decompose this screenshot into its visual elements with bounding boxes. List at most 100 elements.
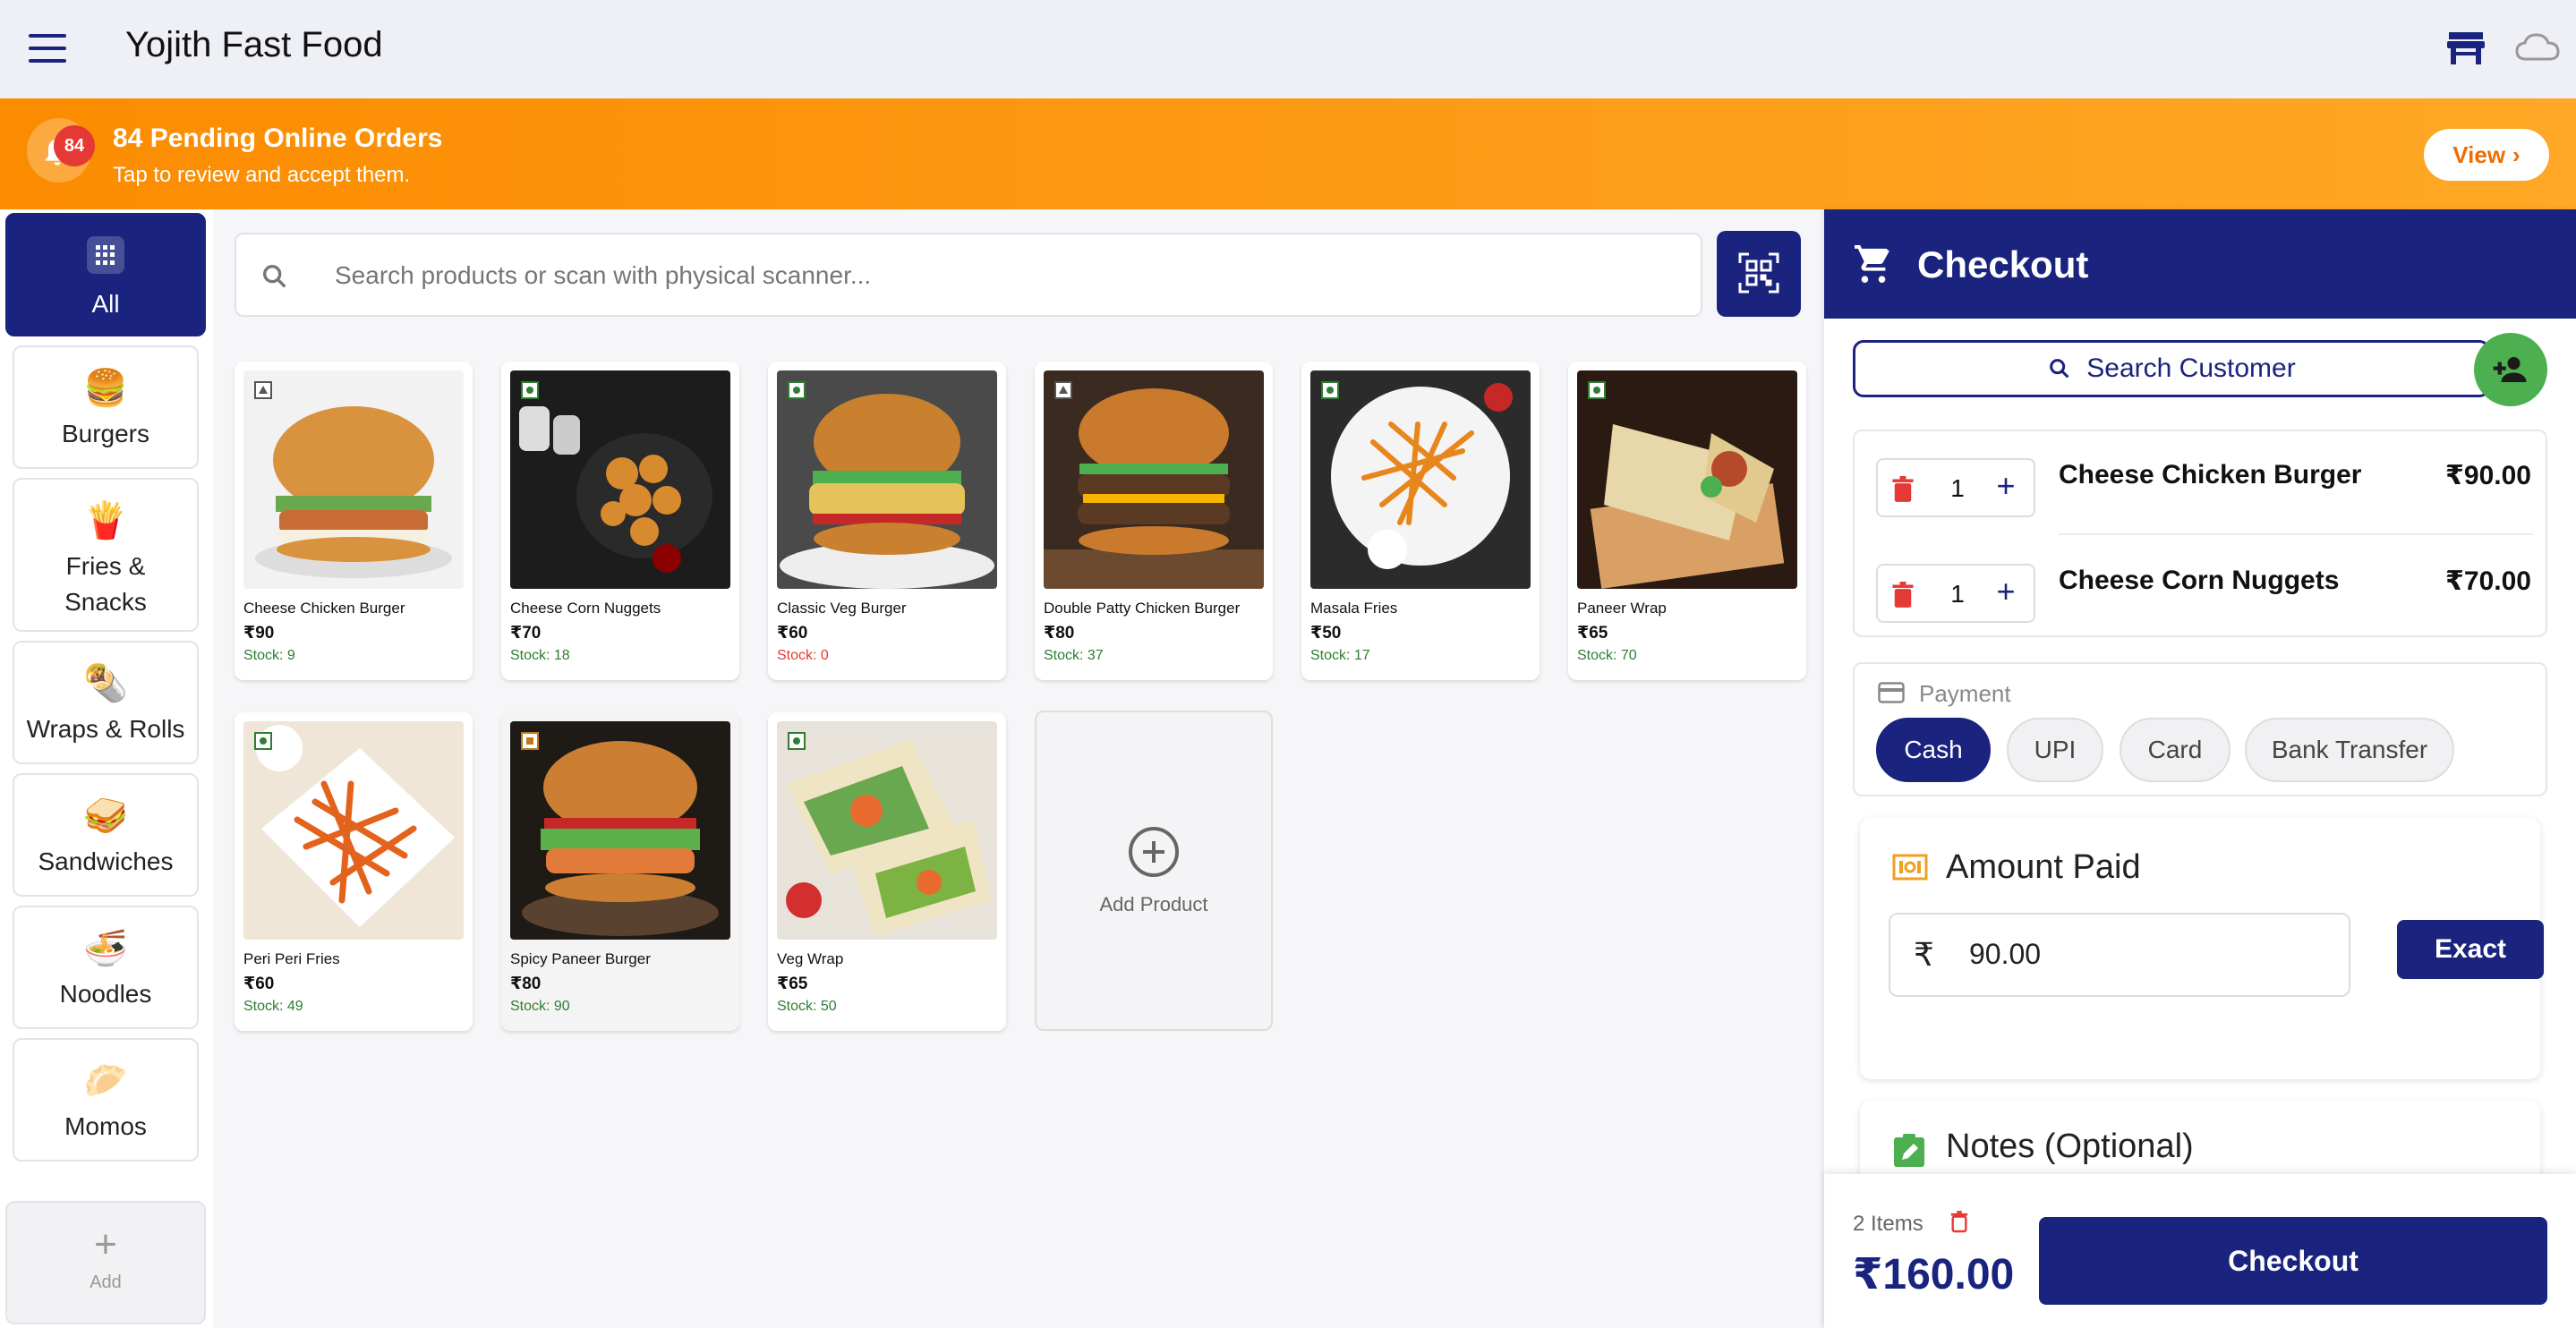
- product-card[interactable]: Spicy Paneer Burger ₹80 Stock: 90: [501, 712, 739, 1031]
- rupee-icon: ₹: [1914, 936, 1934, 973]
- add-product-label: Add Product: [1099, 893, 1208, 915]
- search-customer-button[interactable]: Search Customer: [1853, 340, 2490, 397]
- cash-icon: [1892, 854, 1928, 881]
- product-card[interactable]: Cheese Corn Nuggets ₹70 Stock: 18: [501, 362, 739, 680]
- amount-paid-section: Amount Paid ₹ 90.00 Exact: [1860, 818, 2544, 1079]
- product-name: Cheese Corn Nuggets: [510, 600, 661, 617]
- checkout-button[interactable]: Checkout: [2039, 1217, 2547, 1305]
- divider: [2059, 533, 2533, 535]
- product-name: Spicy Paneer Burger: [510, 950, 651, 967]
- diet-veg-icon: [1588, 381, 1606, 399]
- category-sandwiches[interactable]: 🥪 Sandwiches: [13, 773, 199, 897]
- top-bar: Yojith Fast Food: [0, 0, 2576, 98]
- cart-item: 1 + Cheese Chicken Burger ₹90.00: [1855, 438, 2549, 528]
- checkout-title: Checkout: [1917, 243, 2089, 285]
- product-card[interactable]: Cheese Chicken Burger ₹90 Stock: 9: [235, 362, 473, 680]
- app-title: Yojith Fast Food: [125, 25, 383, 64]
- category-fries-snacks[interactable]: 🍟 Fries & Snacks: [13, 478, 199, 632]
- credit-card-icon: [1878, 682, 1905, 703]
- payment-cash[interactable]: Cash: [1876, 718, 1991, 782]
- product-image: [510, 721, 730, 940]
- category-label: Burgers: [61, 420, 150, 447]
- add-person-icon: [2493, 357, 2527, 382]
- quantity-value: 1: [1950, 474, 1965, 502]
- product-card[interactable]: Veg Wrap ₹65 Stock: 50: [768, 712, 1006, 1031]
- product-name: Cheese Chicken Burger: [243, 600, 405, 617]
- product-stock: Stock: 49: [243, 999, 303, 1014]
- increase-quantity-button[interactable]: +: [1985, 467, 2026, 505]
- product-name: Veg Wrap: [777, 950, 844, 967]
- noodles-icon: 🍜: [83, 929, 128, 968]
- amount-paid-field[interactable]: ₹ 90.00: [1889, 913, 2350, 997]
- product-name: Classic Veg Burger: [777, 600, 907, 617]
- plus-icon: +: [94, 1222, 117, 1266]
- items-count: 2 Items: [1853, 1212, 1923, 1236]
- exact-amount-button[interactable]: Exact: [2397, 920, 2544, 979]
- product-search[interactable]: [235, 233, 1702, 317]
- qr-scan-button[interactable]: [1717, 231, 1801, 317]
- category-all[interactable]: All: [5, 213, 206, 336]
- add-product-button[interactable]: Add Product: [1035, 711, 1273, 1031]
- notes-label: Notes (Optional): [1946, 1128, 2194, 1165]
- diet-nonveg-icon: [254, 381, 272, 399]
- search-input[interactable]: [335, 254, 1677, 297]
- product-stock: Stock: 50: [777, 999, 837, 1014]
- category-label: Momos: [64, 1112, 147, 1140]
- product-price: ₹65: [1577, 624, 1608, 643]
- product-stock: Stock: 37: [1044, 648, 1104, 663]
- cloud-icon[interactable]: [2515, 32, 2560, 63]
- category-burgers[interactable]: 🍔 Burgers: [13, 345, 199, 469]
- product-image: [243, 370, 464, 589]
- product-price: ₹65: [777, 975, 808, 993]
- payment-card[interactable]: Card: [2120, 718, 2231, 782]
- category-label: Fries & Snacks: [64, 552, 147, 616]
- payment-section: Payment Cash UPI Card Bank Transfer: [1853, 662, 2547, 796]
- product-image: [1577, 370, 1797, 589]
- pending-count-badge: 84: [54, 125, 95, 166]
- cart-item-price: ₹70.00: [2445, 566, 2531, 596]
- category-label: Wraps & Rolls: [26, 715, 185, 743]
- chevron-right-icon: ›: [2512, 140, 2521, 168]
- product-name: Masala Fries: [1310, 600, 1398, 617]
- store-icon[interactable]: [2447, 30, 2485, 64]
- product-card[interactable]: Masala Fries ₹50 Stock: 17: [1301, 362, 1540, 680]
- product-stock: Stock: 70: [1577, 648, 1637, 663]
- clear-cart-icon[interactable]: [1949, 1210, 1969, 1233]
- add-customer-button[interactable]: [2474, 333, 2547, 406]
- product-card[interactable]: Double Patty Chicken Burger ₹80 Stock: 3…: [1035, 362, 1273, 680]
- category-noodles[interactable]: 🍜 Noodles: [13, 906, 199, 1029]
- pending-orders-banner[interactable]: 84 84 Pending Online Orders Tap to revie…: [0, 98, 2576, 209]
- product-image: [777, 370, 997, 589]
- product-image: [243, 721, 464, 940]
- product-price: ₹60: [777, 624, 808, 643]
- payment-label: Payment: [1919, 680, 2011, 707]
- category-wraps-rolls[interactable]: 🌯 Wraps & Rolls: [13, 641, 199, 764]
- product-card[interactable]: Paneer Wrap ₹65 Stock: 70: [1568, 362, 1806, 680]
- menu-icon[interactable]: [29, 34, 66, 63]
- view-label: View: [2452, 140, 2506, 168]
- clipboard-edit-icon: [1894, 1134, 1924, 1167]
- category-label: Noodles: [59, 980, 152, 1008]
- product-name: Paneer Wrap: [1577, 600, 1667, 617]
- payment-bank-transfer[interactable]: Bank Transfer: [2245, 718, 2454, 782]
- product-card[interactable]: Classic Veg Burger ₹60 Stock: 0: [768, 362, 1006, 680]
- category-momos[interactable]: 🥟 Momos: [13, 1038, 199, 1162]
- add-category-button[interactable]: + Add: [5, 1201, 206, 1324]
- sandwich-icon: 🥪: [83, 796, 128, 836]
- momos-icon: 🥟: [83, 1061, 128, 1101]
- cart-item-name: Cheese Chicken Burger: [2059, 460, 2362, 489]
- increase-quantity-button[interactable]: +: [1985, 573, 2026, 610]
- quantity-stepper: 1 +: [1876, 458, 2035, 517]
- view-orders-button[interactable]: View ›: [2424, 129, 2549, 181]
- cart-list: 1 + Cheese Chicken Burger ₹90.00 1 + Che…: [1853, 430, 2547, 637]
- product-stock: Stock: 18: [510, 648, 570, 663]
- product-price: ₹90: [243, 624, 275, 643]
- payment-upi[interactable]: UPI: [2007, 718, 2103, 782]
- trash-icon[interactable]: [1890, 476, 1915, 503]
- product-price: ₹50: [1310, 624, 1342, 643]
- trash-icon[interactable]: [1890, 582, 1915, 609]
- amount-paid-label: Amount Paid: [1946, 848, 2141, 886]
- product-card[interactable]: Peri Peri Fries ₹60 Stock: 49: [235, 712, 473, 1031]
- product-name: Peri Peri Fries: [243, 950, 340, 967]
- search-icon: [262, 264, 286, 288]
